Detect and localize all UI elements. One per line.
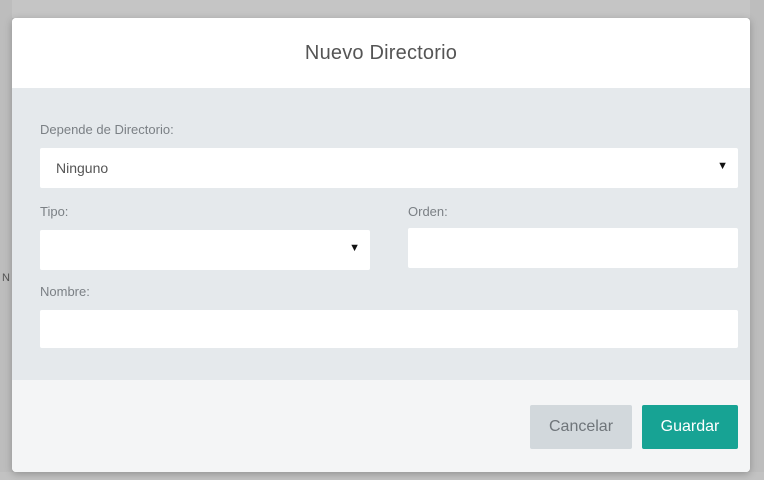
chevron-down-icon: ▼	[349, 242, 360, 254]
dialog-header: Nuevo Directorio	[12, 18, 750, 88]
parent-directory-label: Depende de Directorio:	[40, 122, 174, 137]
order-input[interactable]	[408, 228, 738, 268]
cancel-button[interactable]: Cancelar	[530, 405, 632, 449]
type-label: Tipo:	[40, 204, 69, 219]
backdrop-partial-text: N	[2, 272, 10, 284]
type-select[interactable]: ▼	[40, 230, 370, 270]
name-label: Nombre:	[40, 284, 90, 299]
name-input[interactable]	[40, 310, 738, 348]
backdrop-bottom	[0, 472, 764, 480]
save-button[interactable]: Guardar	[642, 405, 738, 449]
order-label: Orden:	[408, 204, 448, 219]
parent-directory-select[interactable]: Ninguno ▼	[40, 148, 738, 188]
dialog-title: Nuevo Directorio	[304, 42, 458, 64]
new-directory-dialog: Nuevo Directorio Depende de Directorio: …	[12, 18, 750, 472]
backdrop-top	[0, 0, 764, 18]
backdrop-left	[0, 0, 12, 480]
parent-directory-value: Ninguno	[56, 160, 109, 176]
backdrop-right	[750, 0, 764, 480]
dialog-body: Depende de Directorio: Ninguno ▼ Tipo: ▼…	[12, 88, 750, 380]
dialog-footer: Cancelar Guardar	[12, 380, 750, 472]
chevron-down-icon: ▼	[717, 160, 728, 172]
